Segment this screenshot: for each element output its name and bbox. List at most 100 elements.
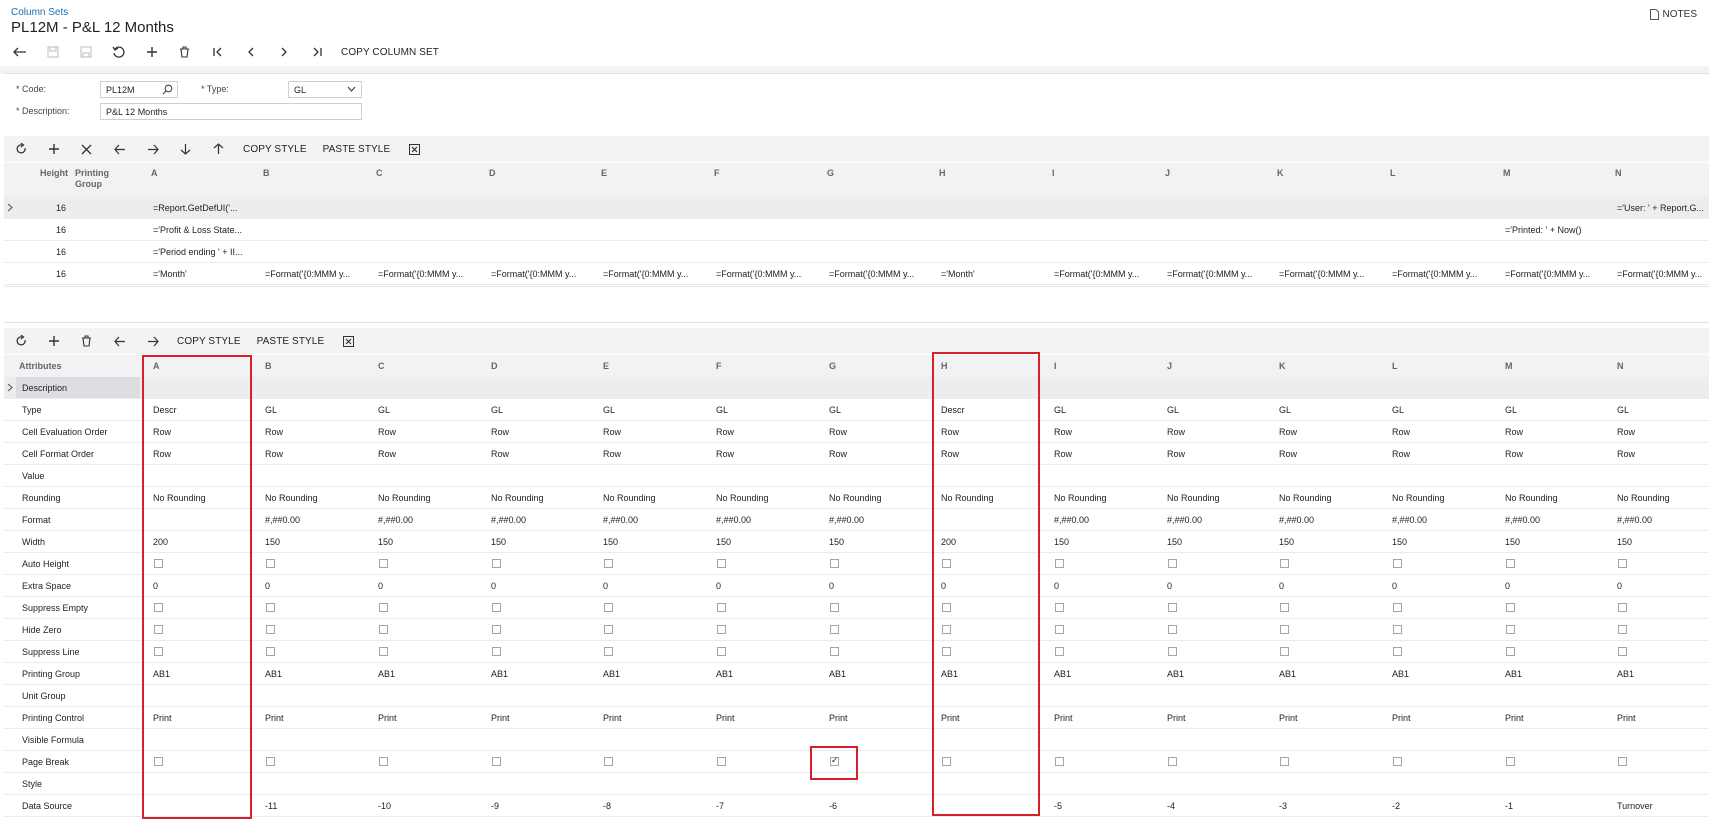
attribute-value[interactable]: No Rounding bbox=[1167, 493, 1220, 503]
attribute-value[interactable]: Row bbox=[716, 427, 734, 437]
attribute-value[interactable]: Print bbox=[1167, 713, 1186, 723]
attribute-checkbox[interactable] bbox=[379, 647, 388, 656]
attribute-checkbox[interactable] bbox=[1393, 647, 1402, 656]
table-row[interactable] bbox=[4, 219, 1709, 241]
column-header-b[interactable]: B bbox=[263, 168, 270, 178]
grid-cell[interactable]: =Format('{0:MMM y... bbox=[716, 269, 801, 279]
attribute-checkbox[interactable] bbox=[604, 603, 613, 612]
attribute-value[interactable]: #,##0.00 bbox=[265, 515, 300, 525]
attribute-value[interactable]: Row bbox=[378, 449, 396, 459]
attribute-value[interactable]: Print bbox=[265, 713, 284, 723]
attribute-checkbox[interactable] bbox=[830, 559, 839, 568]
attribute-value[interactable]: #,##0.00 bbox=[491, 515, 526, 525]
attribute-value[interactable]: Row bbox=[603, 449, 621, 459]
column-header-l[interactable]: L bbox=[1390, 168, 1396, 178]
attribute-value[interactable]: 0 bbox=[1392, 581, 1397, 591]
attribute-checkbox[interactable] bbox=[492, 757, 501, 766]
attribute-value[interactable]: AB1 bbox=[1054, 669, 1071, 679]
attribute-value[interactable]: Row bbox=[491, 427, 509, 437]
grid-cell[interactable]: ='Month' bbox=[941, 269, 975, 279]
attribute-checkbox[interactable] bbox=[1618, 625, 1627, 634]
save-button[interactable] bbox=[36, 41, 69, 63]
grid-cell[interactable]: =Format('{0:MMM y... bbox=[603, 269, 688, 279]
save-close-button[interactable] bbox=[69, 41, 102, 63]
type-select[interactable]: GL bbox=[288, 81, 362, 98]
grid-cell[interactable]: =Format('{0:MMM y... bbox=[829, 269, 914, 279]
attribute-value[interactable]: GL bbox=[1279, 405, 1291, 415]
attribute-value[interactable]: 150 bbox=[1279, 537, 1294, 547]
table-row[interactable] bbox=[4, 241, 1709, 263]
column-header-c[interactable]: C bbox=[378, 361, 385, 371]
attribute-value[interactable]: Row bbox=[1617, 427, 1635, 437]
column-header-l[interactable]: L bbox=[1392, 361, 1398, 371]
attribute-value[interactable]: -6 bbox=[829, 801, 837, 811]
table-row[interactable] bbox=[4, 553, 1709, 575]
attribute-checkbox[interactable] bbox=[1618, 757, 1627, 766]
grid-cell[interactable]: =Format('{0:MMM y... bbox=[265, 269, 350, 279]
attribute-value[interactable]: GL bbox=[1167, 405, 1179, 415]
row-selector-chevron-icon[interactable] bbox=[7, 383, 13, 392]
attribute-value[interactable]: Print bbox=[491, 713, 510, 723]
attribute-value[interactable]: #,##0.00 bbox=[378, 515, 413, 525]
grid-cell[interactable]: =Report.GetDefUI('... bbox=[153, 203, 238, 213]
description-field[interactable]: P&L 12 Months bbox=[100, 103, 362, 120]
grid-cell[interactable]: =Format('{0:MMM y... bbox=[1617, 269, 1702, 279]
column-header-n[interactable]: N bbox=[1617, 361, 1624, 371]
table-row[interactable] bbox=[4, 465, 1709, 487]
grid-cell[interactable]: ='Period ending ' + II... bbox=[153, 247, 243, 257]
attribute-value[interactable]: Row bbox=[1279, 449, 1297, 459]
attribute-checkbox[interactable] bbox=[830, 647, 839, 656]
attribute-value[interactable]: 150 bbox=[716, 537, 731, 547]
attribute-checkbox[interactable] bbox=[266, 647, 275, 656]
attribute-checkbox[interactable] bbox=[1506, 559, 1515, 568]
attribute-checkbox[interactable] bbox=[717, 647, 726, 656]
attribute-value[interactable]: -1 bbox=[1505, 801, 1513, 811]
attribute-value[interactable]: 0 bbox=[1617, 581, 1622, 591]
attribute-value[interactable]: GL bbox=[716, 405, 728, 415]
attribute-value[interactable]: #,##0.00 bbox=[829, 515, 864, 525]
attribute-value[interactable]: AB1 bbox=[1167, 669, 1184, 679]
attribute-value[interactable]: 150 bbox=[491, 537, 506, 547]
attribute-value[interactable]: Row bbox=[1054, 449, 1072, 459]
attribute-value[interactable]: AB1 bbox=[603, 669, 620, 679]
attribute-value[interactable]: -10 bbox=[378, 801, 391, 811]
attribute-value[interactable]: No Rounding bbox=[1617, 493, 1670, 503]
attribute-value[interactable]: Row bbox=[603, 427, 621, 437]
table-row[interactable] bbox=[4, 575, 1709, 597]
move-down-button[interactable] bbox=[169, 138, 202, 160]
attribute-value[interactable]: -8 bbox=[603, 801, 611, 811]
attribute-value[interactable]: 150 bbox=[829, 537, 844, 547]
attribute-value[interactable]: No Rounding bbox=[716, 493, 769, 503]
column-header-b[interactable]: B bbox=[265, 361, 272, 371]
attribute-value[interactable]: #,##0.00 bbox=[1279, 515, 1314, 525]
attribute-value[interactable]: 150 bbox=[378, 537, 393, 547]
attribute-value[interactable]: No Rounding bbox=[1392, 493, 1445, 503]
table-row[interactable] bbox=[4, 531, 1709, 553]
attribute-value[interactable]: Row bbox=[1505, 427, 1523, 437]
attribute-checkbox[interactable] bbox=[717, 559, 726, 568]
attribute-value[interactable]: 0 bbox=[1054, 581, 1059, 591]
attribute-value[interactable]: 150 bbox=[1617, 537, 1632, 547]
attribute-value[interactable]: -4 bbox=[1167, 801, 1175, 811]
attribute-value[interactable]: Print bbox=[1054, 713, 1073, 723]
attribute-value[interactable]: Row bbox=[1617, 449, 1635, 459]
table-row[interactable] bbox=[4, 663, 1709, 685]
attribute-checkbox[interactable] bbox=[266, 603, 275, 612]
attribute-value[interactable]: Row bbox=[378, 427, 396, 437]
attribute-value[interactable]: AB1 bbox=[716, 669, 733, 679]
attribute-checkbox[interactable] bbox=[492, 559, 501, 568]
attribute-value[interactable]: -5 bbox=[1054, 801, 1062, 811]
attribute-value[interactable]: GL bbox=[1392, 405, 1404, 415]
attribute-value[interactable]: #,##0.00 bbox=[1167, 515, 1202, 525]
table-row[interactable] bbox=[4, 707, 1709, 729]
attribute-checkbox[interactable] bbox=[492, 603, 501, 612]
attribute-value[interactable]: Row bbox=[1392, 449, 1410, 459]
column-header-g[interactable]: G bbox=[827, 168, 834, 178]
attribute-value[interactable]: No Rounding bbox=[1054, 493, 1107, 503]
attribute-value[interactable]: #,##0.00 bbox=[1054, 515, 1089, 525]
attribute-value[interactable]: 150 bbox=[1054, 537, 1069, 547]
attribute-checkbox[interactable] bbox=[1393, 559, 1402, 568]
attribute-value[interactable]: #,##0.00 bbox=[1617, 515, 1652, 525]
search-icon[interactable] bbox=[162, 84, 173, 95]
breadcrumb[interactable]: Column Sets bbox=[11, 7, 68, 18]
